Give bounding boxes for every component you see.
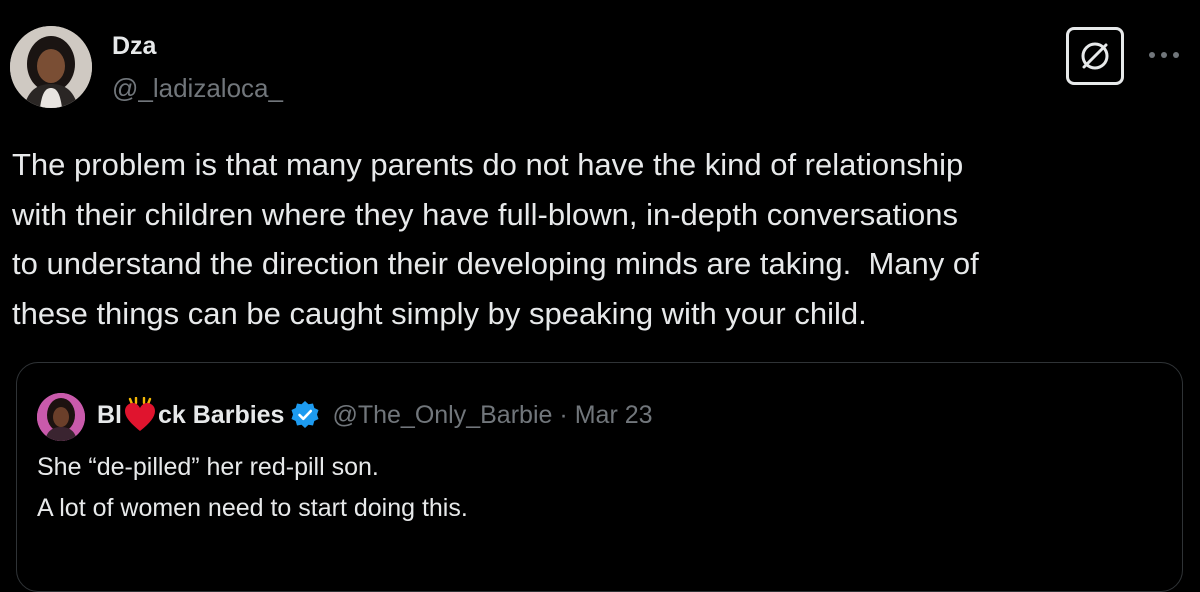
- quote-author-name-part2[interactable]: ck Barbies: [158, 401, 284, 430]
- author-display-name[interactable]: Dza: [112, 30, 156, 62]
- quote-profile-photo-icon: [37, 393, 85, 441]
- quoted-tweet[interactable]: Bl ck Barbies @The_Only_Barbie · Mar 23 …: [16, 362, 1183, 592]
- quote-header: Bl ck Barbies @The_Only_Barbie · Mar 23: [97, 395, 653, 435]
- grok-icon: [1081, 42, 1109, 70]
- red-heart-emoji-icon: [125, 397, 155, 431]
- profile-photo-icon: [10, 26, 92, 108]
- author-handle[interactable]: @_ladizaloca_: [112, 71, 283, 105]
- quote-author-handle[interactable]: @The_Only_Barbie: [332, 401, 552, 430]
- verified-badge-icon: [291, 401, 319, 428]
- quote-author-name-part1[interactable]: Bl: [97, 401, 122, 430]
- grok-button[interactable]: [1066, 27, 1124, 85]
- more-options-button[interactable]: [1144, 40, 1184, 70]
- quote-meta-separator: ·: [559, 400, 568, 429]
- author-avatar[interactable]: [10, 26, 92, 108]
- quote-text: She “de-pilled” her red-pill son. A lot …: [37, 453, 468, 522]
- tweet: Dza @_ladizaloca_ The problem is that ma…: [0, 0, 1200, 592]
- tweet-text: The problem is that many parents do not …: [12, 147, 979, 331]
- more-icon: [1149, 52, 1179, 58]
- quote-author-avatar[interactable]: [37, 393, 85, 441]
- quote-date[interactable]: Mar 23: [575, 401, 653, 430]
